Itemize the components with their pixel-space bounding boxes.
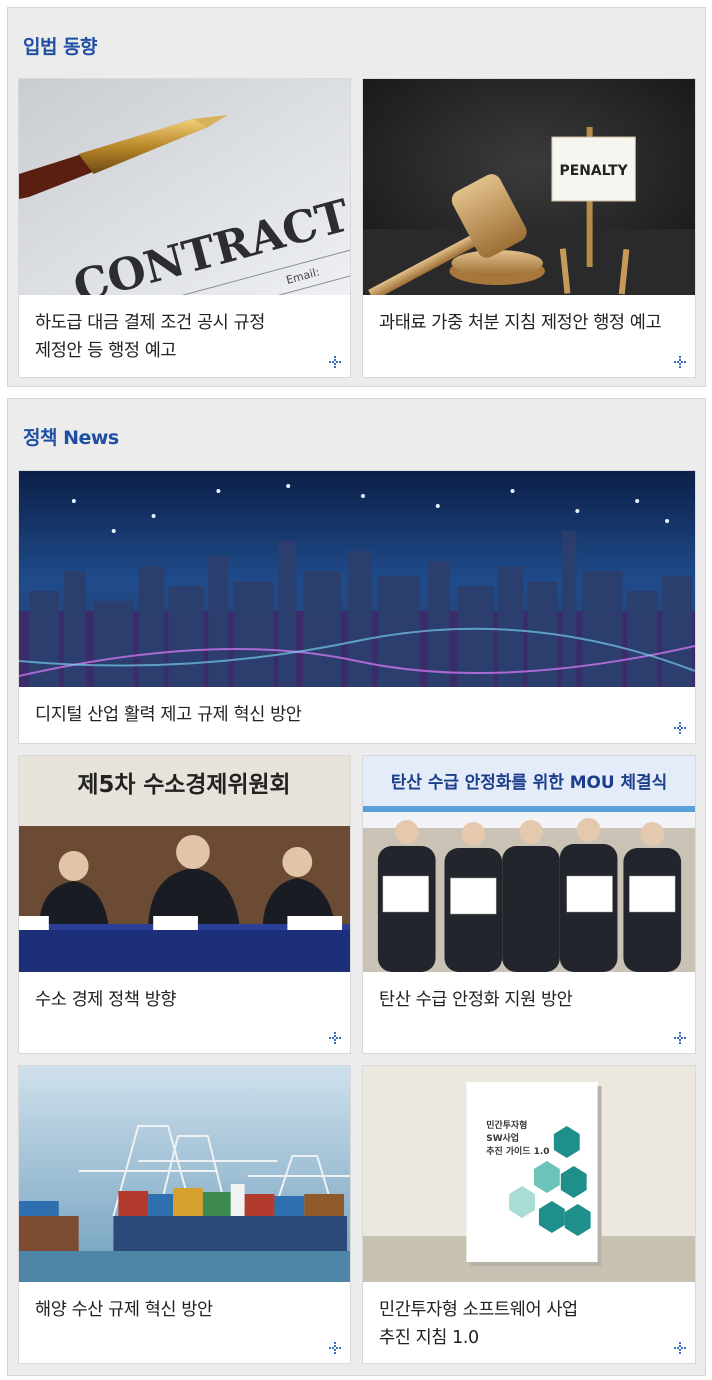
- penalty-word: PENALTY: [560, 163, 629, 179]
- hydrogen-committee-image: 제5차 수소경제위원회: [19, 756, 350, 972]
- book-title-line3: 추진 가이드 1.0: [486, 1145, 549, 1157]
- book-title-line2: SW사업: [486, 1132, 519, 1144]
- card-caption: 수소 경제 정책 방향: [35, 990, 177, 1010]
- mou-banner: 탄산 수급 안정화를 위한 MOU 체결식: [391, 772, 667, 792]
- legislation-section: 입법 동향 CONTRACT Email: 하도급 대금 결제 조건 공시 규정…: [7, 7, 706, 387]
- news-card-hydrogen[interactable]: 제5차 수소경제위원회 수소 경제 정책 방향: [18, 755, 351, 1054]
- more-icon[interactable]: [328, 1341, 342, 1355]
- more-icon[interactable]: [328, 1031, 342, 1045]
- card-caption: 하도급 대금 결제 조건 공시 규정 제정안 등 행정 예고: [35, 313, 265, 361]
- mou-ceremony-image: 탄산 수급 안정화를 위한 MOU 체결식: [363, 756, 695, 972]
- card-caption: 해양 수산 규제 혁신 방안: [35, 1300, 213, 1320]
- card-caption: 민간투자형 소프트웨어 사업 추진 지침 1.0: [379, 1300, 578, 1348]
- policy-news-section: 정책 News 디지털 산업 활력 제고 규제 혁신 방안 제5차 수소경제위원…: [7, 398, 706, 1376]
- digital-city-image: [19, 471, 695, 687]
- book-title-line1: 민간투자형: [486, 1119, 527, 1131]
- more-icon[interactable]: [673, 1341, 687, 1355]
- more-icon[interactable]: [673, 355, 687, 369]
- penalty-image: PENALTY: [363, 79, 695, 295]
- news-card-maritime[interactable]: 해양 수산 규제 혁신 방안: [18, 1065, 351, 1364]
- news-card-sw-guide[interactable]: 민간투자형 SW사업 추진 가이드 1.0 민간투자형 소프트웨어 사업 추진 …: [362, 1065, 696, 1364]
- featured-news-card[interactable]: 디지털 산업 활력 제고 규제 혁신 방안: [18, 470, 696, 744]
- contract-image: CONTRACT Email:: [19, 79, 350, 295]
- more-icon[interactable]: [673, 721, 687, 735]
- news-card-carbonic[interactable]: 탄산 수급 안정화를 위한 MOU 체결식 탄산 수급 안정화 지원 방안: [362, 755, 696, 1054]
- news-card-contract[interactable]: CONTRACT Email: 하도급 대금 결제 조건 공시 규정 제정안 등…: [18, 78, 351, 378]
- more-icon[interactable]: [328, 355, 342, 369]
- news-card-penalty[interactable]: PENALTY 과태료 가중 처분 지침 제정안 행정 예고: [362, 78, 696, 378]
- card-caption: 탄산 수급 안정화 지원 방안: [379, 990, 573, 1010]
- section-title: 입법 동향: [23, 36, 98, 58]
- section-title: 정책 News: [23, 427, 119, 449]
- card-caption: 디지털 산업 활력 제고 규제 혁신 방안: [35, 705, 302, 725]
- more-icon[interactable]: [673, 1031, 687, 1045]
- card-caption: 과태료 가중 처분 지침 제정안 행정 예고: [379, 313, 662, 333]
- sw-guide-book-image: 민간투자형 SW사업 추진 가이드 1.0: [363, 1066, 695, 1282]
- hydrogen-banner: 제5차 수소경제위원회: [77, 772, 290, 798]
- container-ship-image: [19, 1066, 350, 1282]
